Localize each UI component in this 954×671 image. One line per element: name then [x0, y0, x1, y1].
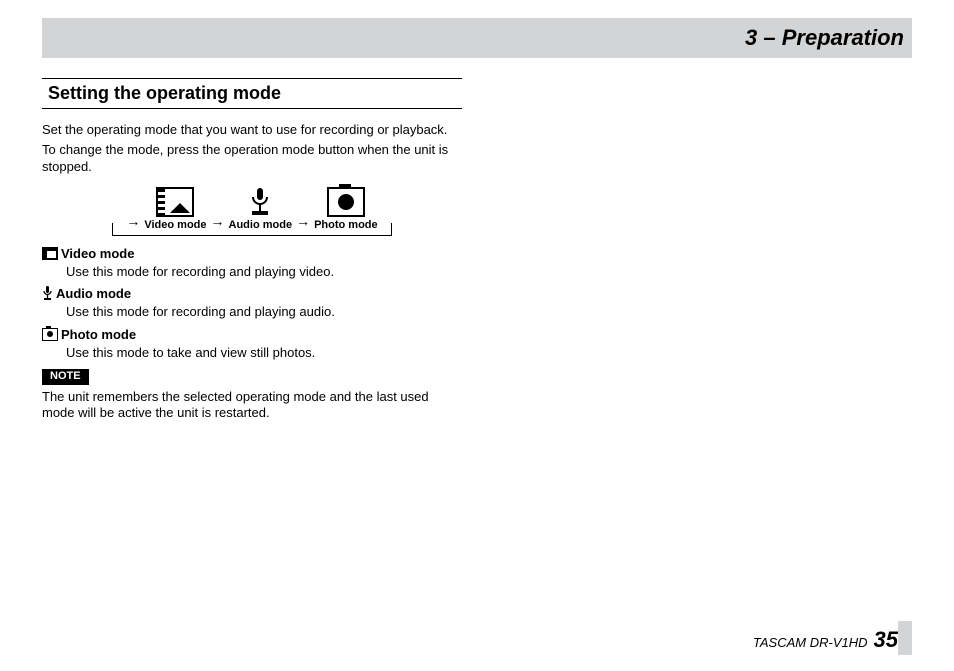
- note-text: The unit remembers the selected operatin…: [42, 389, 462, 422]
- intro-paragraph-2: To change the mode, press the operation …: [42, 142, 462, 175]
- section-heading-rule: Setting the operating mode: [42, 78, 462, 109]
- mode-title-audio: Audio mode: [56, 286, 131, 301]
- mode-title-video: Video mode: [61, 246, 134, 261]
- header-bar: 3 – Preparation: [42, 18, 912, 58]
- footer-product: TASCAM DR-V1HD: [753, 635, 868, 650]
- mode-block-photo: Photo mode Use this mode to take and vie…: [42, 327, 462, 362]
- footer: TASCAM DR-V1HD 35: [753, 627, 898, 653]
- video-mode-icon: [42, 247, 58, 260]
- mode-title-photo: Photo mode: [61, 327, 136, 342]
- mode-cycle-diagram: → Video mode → Audio mode: [112, 187, 392, 236]
- mode-desc-audio: Use this mode for recording and playing …: [66, 304, 462, 320]
- manual-page: 3 – Preparation Setting the operating mo…: [0, 0, 954, 671]
- audio-mode-icon: [241, 187, 279, 217]
- video-mode-icon: [156, 187, 194, 217]
- mode-block-audio: Audio mode Use this mode for recording a…: [42, 286, 462, 321]
- mode-cycle-row: → Video mode → Audio mode: [112, 187, 392, 233]
- photo-mode-icon: [42, 328, 58, 341]
- mode-block-video: Video mode Use this mode for recording a…: [42, 246, 462, 281]
- mode-desc-video: Use this mode for recording and playing …: [66, 264, 462, 280]
- section-heading: Setting the operating mode: [48, 83, 281, 103]
- audio-mode-icon: [42, 286, 53, 301]
- note-tag: NOTE: [42, 369, 89, 385]
- photo-mode-icon: [327, 187, 365, 217]
- diagram-item-audio: Audio mode: [229, 187, 293, 233]
- diagram-label-audio: Audio mode: [229, 219, 293, 233]
- page-number: 35: [874, 627, 898, 653]
- intro-paragraph-1: Set the operating mode that you want to …: [42, 122, 462, 138]
- side-tab: [898, 621, 912, 655]
- arrow-icon: →: [211, 213, 225, 233]
- mode-desc-photo: Use this mode to take and view still pho…: [66, 345, 462, 361]
- diagram-item-video: Video mode: [144, 187, 206, 233]
- diagram-label-video: Video mode: [144, 219, 206, 233]
- chapter-title: 3 – Preparation: [745, 25, 904, 51]
- diagram-label-photo: Photo mode: [314, 219, 378, 233]
- arrow-icon: →: [296, 213, 310, 233]
- diagram-item-photo: Photo mode: [314, 187, 378, 233]
- arrow-icon: →: [126, 213, 140, 233]
- body-column: Set the operating mode that you want to …: [42, 122, 462, 421]
